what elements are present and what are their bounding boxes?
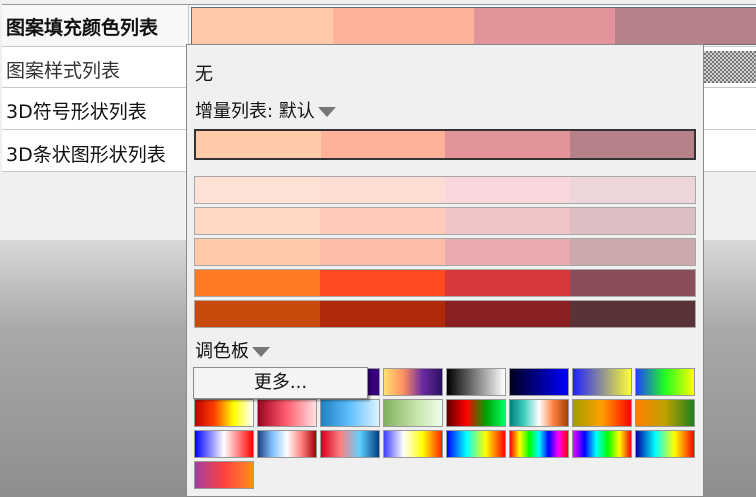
palette-swatch[interactable] [509,430,569,458]
palette-swatch[interactable] [635,368,695,396]
palette-swatch[interactable] [572,430,632,458]
dropdown-arrow-icon [317,107,336,117]
palette-swatch[interactable] [383,430,443,458]
ramp-segment [570,301,695,327]
ramp-segment [445,131,570,158]
ramp-segment [196,131,321,158]
palette-swatch[interactable] [194,399,254,427]
color-ramp-option[interactable] [194,238,696,266]
increment-list-label: 增量列表: 默认 [195,101,315,122]
color-ramp-option[interactable] [194,300,696,328]
palette-swatch[interactable] [383,368,443,396]
palette-label: 调色板 [195,341,249,362]
palette-swatch[interactable] [572,399,632,427]
ramp-segment [195,208,320,234]
ramp-segment [445,239,570,265]
color-ramp-option[interactable] [194,176,696,204]
palette-swatch[interactable] [257,430,317,458]
pattern-style-list-label: 图案样式列表 [6,60,121,82]
bar-shape-list-label: 3D条状图形状列表 [6,144,166,166]
palette-selector[interactable]: 调色板 [195,337,270,363]
palette-swatch[interactable] [446,368,506,396]
symbol-shape-list-label: 3D符号形状列表 [6,101,147,123]
ramp-segment [570,177,695,203]
none-option[interactable]: 无 [195,60,213,86]
palette-swatch[interactable] [194,461,254,489]
ramp-segment [195,177,320,203]
ramp-segment [474,8,615,44]
palette-dropdown-arrow-icon [252,347,270,357]
palette-swatch[interactable] [635,399,695,427]
ramp-segment [320,208,445,234]
increment-list-selector[interactable]: 增量列表: 默认 [195,97,336,123]
color-list-dropdown: 无 增量列表: 默认 调色板 更多... [186,44,704,497]
palette-swatch[interactable] [257,399,317,427]
fill-color-list-value[interactable] [188,5,756,46]
ramp-segment [320,301,445,327]
ramp-segment [320,270,445,296]
fill-color-list-label: 图案填充颜色列表 [6,17,159,39]
ramp-segment [445,301,570,327]
palette-swatch[interactable] [383,399,443,427]
ramp-segment [570,239,695,265]
color-ramp-option[interactable] [194,269,696,297]
ramp-segment [570,208,695,234]
palette-swatch[interactable] [194,430,254,458]
ramp-segment [195,239,320,265]
ramp-segment [445,177,570,203]
palette-swatch[interactable] [320,399,380,427]
palette-swatch[interactable] [320,430,380,458]
ramp-segment [333,8,474,44]
color-ramp-option[interactable] [194,207,696,235]
palette-swatch[interactable] [446,430,506,458]
palette-swatch[interactable] [509,368,569,396]
palette-swatch[interactable] [509,399,569,427]
ramp-segment [320,131,445,158]
color-ramp-selected[interactable] [194,129,696,160]
ramp-segment [192,8,333,44]
palette-swatch[interactable] [572,368,632,396]
palette-swatch[interactable] [446,399,506,427]
ramp-segment [445,208,570,234]
palette-swatch[interactable] [635,430,695,458]
ramp-segment [195,301,320,327]
ramp-segment [570,270,695,296]
ramp-segment [320,239,445,265]
fill-color-list-row[interactable]: 图案填充颜色列表 [2,5,756,47]
ramp-segment [569,131,694,158]
ramp-segment [320,177,445,203]
current-color-ramp[interactable] [191,7,756,45]
more-button[interactable]: 更多... [193,367,368,399]
ramp-segment [195,270,320,296]
ramp-segment [615,8,756,44]
ramp-segment [445,270,570,296]
